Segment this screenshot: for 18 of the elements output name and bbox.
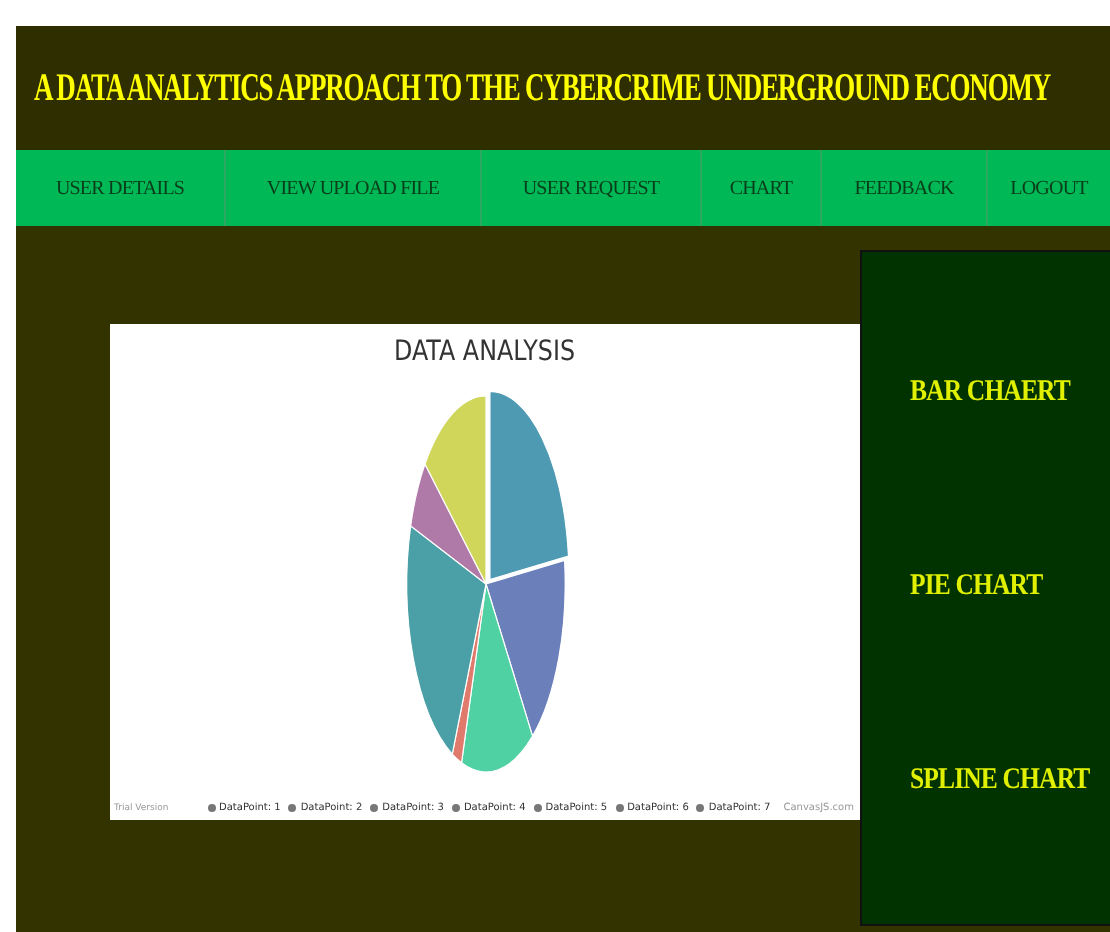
nav-link[interactable]: FEEDBACK: [820, 150, 986, 226]
legend-dot: [288, 804, 297, 812]
legend-dot: [207, 804, 216, 812]
nav-link[interactable]: VIEW UPLOAD FILE: [224, 150, 480, 226]
legend-dot: [451, 804, 460, 812]
legend-dot: [696, 804, 705, 812]
nav-link[interactable]: CHART: [700, 150, 820, 226]
legend-dot: [370, 804, 379, 812]
legend-dot: [615, 804, 624, 812]
side-menu-link[interactable]: SPLINE CHART: [910, 764, 1090, 798]
side-menu-link[interactable]: PIE CHART: [910, 570, 1043, 604]
legend-dot: [533, 804, 542, 812]
site-title: A DATA ANALYTICS APPROACH TO THE CYBERCRIME UNDERGROUND ECONOMY: [34, 64, 1051, 112]
nav-link[interactable]: USER DETAILS: [16, 150, 224, 226]
nav-link[interactable]: LOGOUT: [986, 150, 1110, 226]
chart-title: DATA ANALYSIS: [394, 336, 576, 368]
nav-link[interactable]: USER REQUEST: [480, 150, 700, 226]
side-menu-link[interactable]: BAR CHAERT: [910, 376, 1070, 410]
